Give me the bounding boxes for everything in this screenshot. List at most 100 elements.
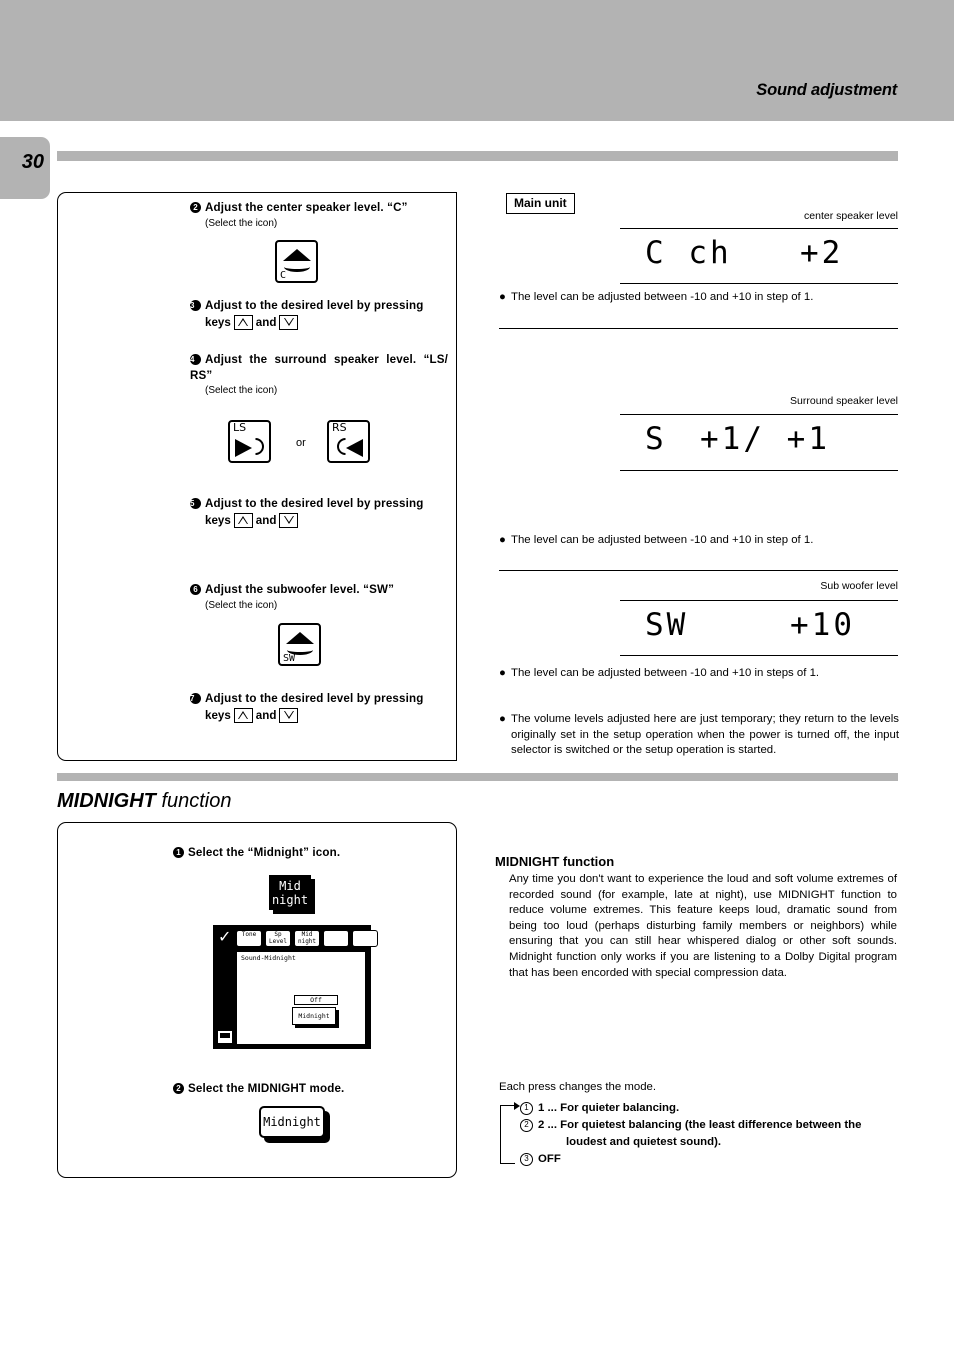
midnight-title-thin: function	[155, 790, 232, 812]
down-key-icon[interactable]	[279, 314, 299, 330]
mode-3-circle: 3	[520, 1153, 533, 1166]
up-key-icon[interactable]	[233, 512, 253, 528]
subwoofer-display-bottom-rule	[620, 655, 898, 657]
osd-tab-midnight[interactable]: Mid night	[294, 930, 320, 947]
ls-icon-label: LS	[233, 421, 247, 434]
osd-body-title: Sound-Midnight	[241, 954, 296, 962]
step-6-heading: 6 Adjust the subwoofer level. “SW”	[190, 582, 448, 598]
step-7-keys-and: and	[255, 708, 277, 722]
step-6: 6 Adjust the subwoofer level. “SW” (Selec…	[190, 582, 448, 611]
midnight-step-2: 2 Select the MIDNIGHT mode.	[173, 1081, 443, 1097]
midnight-title-bold: MIDNIGHT	[57, 790, 156, 812]
midnight-step-1-number: 1	[173, 847, 184, 858]
step-2-note: (Select the icon)	[205, 217, 278, 229]
step-5-keys-prefix: keys	[205, 513, 231, 527]
surround-lcd-value: +1/ +1	[700, 421, 830, 457]
bullet-dot-icon: ●	[499, 291, 506, 303]
center-display-bottom-rule	[620, 283, 898, 285]
midnight-mode-button[interactable]: Midnight	[259, 1106, 325, 1138]
center-lcd-value: +2	[800, 235, 844, 271]
step-4-heading: 4 Adjust the surround speaker level. “LS/…	[190, 353, 448, 382]
steps-panel	[57, 192, 457, 761]
osd-tab-blank-1[interactable]	[323, 930, 349, 947]
or-label: or	[296, 437, 306, 449]
bullet-dot-icon: ●	[499, 534, 506, 546]
display-icon	[218, 1031, 232, 1043]
up-key-icon[interactable]	[233, 707, 253, 723]
step-3: 3 Adjust to the desired level by pressing…	[190, 298, 448, 330]
subwoofer-lcd-label: SW	[645, 607, 689, 643]
step-2: 2 Adjust the center speaker level. “C” (S…	[190, 200, 448, 229]
center-speaker-icon[interactable]: C	[275, 240, 325, 290]
bullet-dot-icon: ●	[499, 667, 506, 679]
step-5-heading: 5 Adjust to the desired level by pressing	[190, 497, 424, 510]
speaker-base-icon	[283, 262, 310, 272]
mode-2-circle: 2	[520, 1119, 533, 1132]
midnight-step-2-heading: 2 Select the MIDNIGHT mode.	[173, 1081, 443, 1097]
step-3-heading: 3 Adjust to the desired level by pressing	[190, 299, 424, 312]
osd-tab-bar: Tone Sp Level Mid night	[236, 930, 378, 947]
subwoofer-display-top-rule	[620, 600, 898, 602]
page-number: 30	[21, 151, 44, 173]
midnight-description-heading: MIDNIGHT function	[495, 854, 615, 869]
osd-tab-sp-level-line2: Level	[268, 937, 288, 945]
rs-speaker-icon[interactable]: RS	[327, 420, 377, 470]
midnight-section-title: MIDNIGHT function	[57, 790, 232, 813]
osd-off-chip[interactable]: Off	[294, 995, 338, 1005]
step-5-keys: keys and	[205, 512, 448, 528]
speaker-cone-icon	[285, 632, 314, 644]
step-4-note: (Select the icon)	[205, 385, 278, 396]
midnight-section-divider	[57, 773, 898, 781]
mode-item-2-continuation: loudest and quietest sound).	[566, 1136, 722, 1148]
step-5-keys-and: and	[255, 513, 277, 527]
temporary-levels-note: ● The volume levels adjusted here are ju…	[499, 713, 899, 756]
midnight-icon[interactable]: Mid night	[269, 875, 315, 914]
speaker-cone-icon	[282, 249, 311, 261]
surround-level-note: ● The level can be adjusted between -10 …	[499, 533, 899, 549]
section-separator-1	[499, 328, 898, 330]
center-display-top-rule	[620, 228, 898, 230]
midnight-icon-line2: night	[271, 893, 309, 907]
mode-loop-arrow-icon	[500, 1101, 520, 1164]
speaker-cone-left-icon	[235, 439, 252, 457]
page-title: Sound adjustment	[756, 81, 897, 99]
step-2-number: 2	[190, 202, 201, 213]
osd-screen-mockup: ✓ Tone Sp Level Mid night Sound-Midnight…	[213, 925, 378, 1049]
subwoofer-icon-label: SW	[283, 653, 296, 664]
step-4: 4 Adjust the surround speaker level. “LS/…	[190, 352, 448, 396]
center-icon-label: C	[280, 270, 287, 281]
osd-tab-midnight-line2: night	[297, 937, 317, 945]
step-3-number: 3	[190, 300, 201, 311]
subwoofer-level-note: ● The level can be adjusted between -10 …	[499, 666, 899, 682]
each-press-note: Each press changes the mode.	[499, 1081, 657, 1093]
header-band	[0, 0, 954, 121]
step-7-keys-prefix: keys	[205, 708, 231, 722]
midnight-mode-button-wrap: Midnight	[259, 1106, 330, 1143]
check-icon: ✓	[218, 929, 232, 946]
osd-tab-sp-level[interactable]: Sp Level	[265, 930, 291, 947]
down-key-icon[interactable]	[279, 707, 299, 723]
mode-item-3: 3 OFF	[520, 1151, 900, 1168]
step-7-keys: keys and	[205, 707, 448, 723]
osd-tab-tone[interactable]: Tone	[236, 930, 262, 947]
surround-display-bottom-rule	[620, 470, 898, 472]
step-6-note: (Select the icon)	[205, 599, 278, 611]
mode-item-2: 22 ... For quietest balancing (the least…	[520, 1117, 900, 1134]
step-3-keys: keys and	[205, 314, 448, 330]
center-level-note: ● The level can be adjusted between -10 …	[499, 290, 899, 306]
step-7-number: 7	[190, 693, 201, 704]
subwoofer-icon[interactable]: SW	[278, 623, 328, 673]
subwoofer-lcd-value: +10	[790, 607, 855, 643]
up-key-icon[interactable]	[233, 314, 253, 330]
midnight-description-body: Any time you don't want to experience th…	[509, 873, 897, 979]
step-3-keys-and: and	[255, 315, 277, 329]
down-key-icon[interactable]	[279, 512, 299, 528]
header-divider	[57, 151, 898, 161]
ls-speaker-icon[interactable]: LS	[228, 420, 278, 470]
osd-midnight-chip[interactable]: Midnight	[292, 1007, 336, 1025]
osd-tab-blank-2[interactable]	[352, 930, 378, 947]
step-6-number: 6	[190, 584, 201, 595]
mode-1-circle: 1	[520, 1102, 533, 1115]
midnight-step-1: 1 Select the “Midnight” icon.	[173, 845, 443, 861]
main-unit-badge: Main unit	[506, 193, 575, 214]
